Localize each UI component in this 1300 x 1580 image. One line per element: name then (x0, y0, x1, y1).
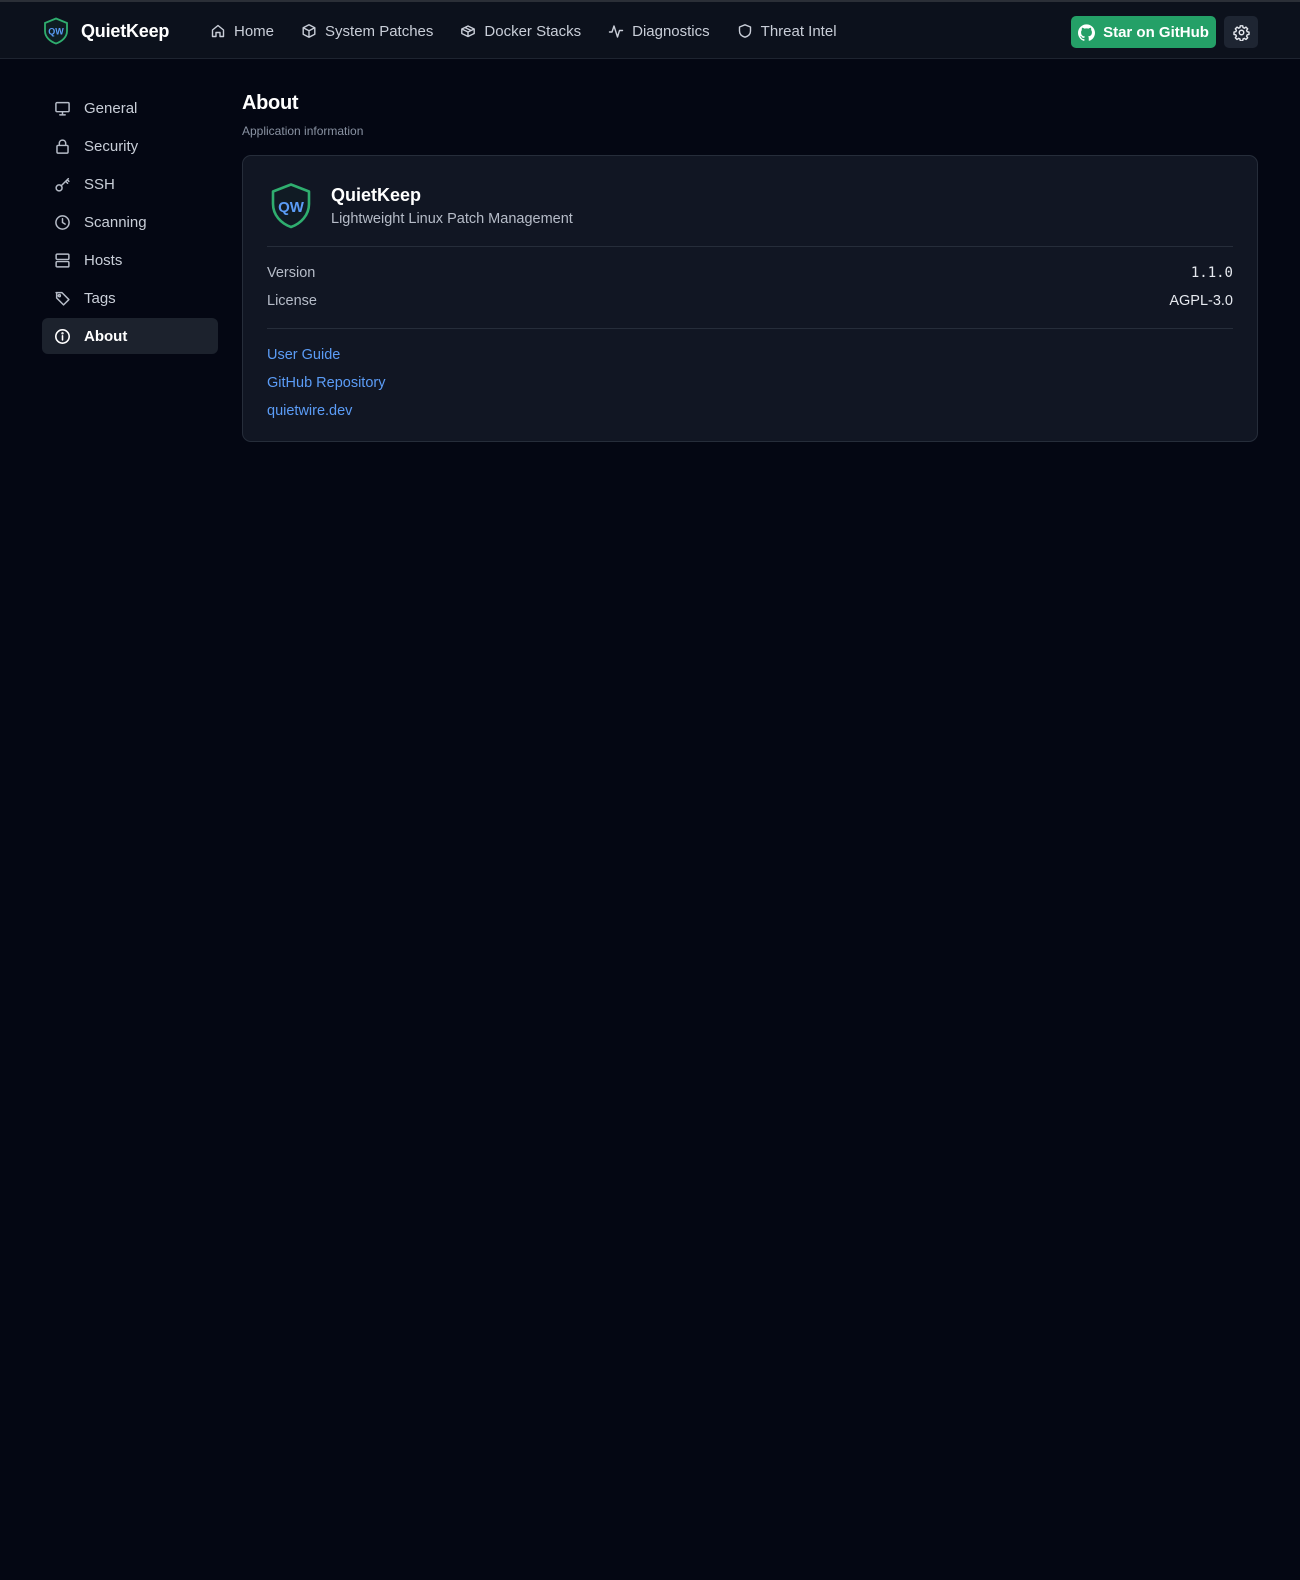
sidebar-item-tags[interactable]: Tags (42, 280, 218, 316)
app-name: QuietKeep (331, 185, 422, 205)
sidebar-item-label: SSH (84, 175, 115, 193)
shield-icon (738, 24, 751, 38)
nav-threat-intel[interactable]: Threat Intel (737, 23, 837, 40)
sidebar-item-security[interactable]: Security (42, 128, 218, 164)
links-list: User Guide GitHub Repository quietwire.d… (267, 329, 1233, 425)
activity-icon (608, 25, 624, 38)
sidebar-item-about[interactable]: About (42, 318, 218, 354)
user-guide-link[interactable]: User Guide (267, 341, 1233, 369)
sidebar-item-label: Hosts (84, 251, 123, 269)
nav-docker-stacks[interactable]: Docker Stacks (460, 23, 581, 40)
app-info: QuietKeep Lightweight Linux Patch Manage… (331, 185, 573, 227)
star-on-github-label: Star on GitHub (1103, 23, 1209, 41)
nav-docker-stacks-label: Docker Stacks (484, 22, 582, 40)
sidebar-item-label: Tags (84, 289, 116, 307)
sidebar-item-general[interactable]: General (42, 90, 218, 126)
sidebar-item-scanning[interactable]: Scanning (42, 204, 218, 240)
github-repository-link[interactable]: GitHub Repository (267, 369, 1233, 397)
sidebar-item-label: General (84, 99, 138, 117)
settings-button[interactable] (1224, 16, 1258, 48)
nav-system-patches[interactable]: System Patches (301, 23, 433, 40)
version-label: Version (267, 265, 316, 281)
page-subtitle: Application information (242, 124, 364, 138)
brand-name: QuietKeep (81, 20, 170, 41)
license-value: AGPL-3.0 (1169, 293, 1233, 309)
sidebar-item-label: Scanning (84, 213, 147, 231)
sidebar-item-label: Security (84, 137, 139, 155)
key-icon (55, 177, 70, 192)
app-logo-icon: QW (271, 183, 311, 229)
monitor-icon (55, 101, 70, 116)
sidebar-item-label: About (84, 327, 128, 345)
svg-text:QW: QW (278, 199, 305, 216)
app-header: QW QuietKeep Lightweight Linux Patch Man… (267, 180, 1233, 232)
about-card: QW QuietKeep Lightweight Linux Patch Man… (242, 155, 1258, 442)
nav-system-patches-label: System Patches (325, 22, 434, 40)
nav-diagnostics-label: Diagnostics (632, 22, 710, 40)
license-row: License AGPL-3.0 (267, 287, 1233, 315)
top-navbar: QW QuietKeep Home System Patches Docker … (0, 0, 1300, 59)
nav-home[interactable]: Home (210, 23, 274, 40)
main-content: About Application information QW QuietKe… (242, 92, 1258, 442)
lock-icon (56, 138, 69, 154)
app-description: Lightweight Linux Patch Management (331, 211, 573, 227)
info-list: Version 1.1.0 License AGPL-3.0 (267, 247, 1233, 315)
box-icon (461, 25, 476, 38)
server-icon (55, 252, 70, 268)
settings-sidebar: General Security SSH Scanning Hosts Tags… (42, 90, 218, 356)
nav-diagnostics[interactable]: Diagnostics (608, 23, 710, 40)
website-link[interactable]: quietwire.dev (267, 397, 1233, 425)
package-icon (302, 24, 316, 38)
gear-icon (1232, 24, 1250, 41)
nav-home-label: Home (234, 22, 275, 40)
clock-icon (55, 214, 70, 230)
version-value: 1.1.0 (1190, 265, 1233, 281)
home-icon (211, 24, 225, 38)
brand[interactable]: QW QuietKeep (43, 16, 169, 46)
star-on-github-button[interactable]: Star on GitHub (1071, 16, 1216, 48)
main-nav: Home System Patches Docker Stacks Diagno… (210, 18, 837, 44)
quietkeep-logo-icon: QW (44, 17, 68, 45)
info-icon (55, 328, 70, 344)
sidebar-item-hosts[interactable]: Hosts (42, 242, 218, 278)
sidebar-item-ssh[interactable]: SSH (42, 166, 218, 202)
svg-text:QW: QW (48, 27, 64, 37)
version-row: Version 1.1.0 (267, 259, 1233, 287)
license-label: License (267, 293, 317, 309)
github-icon (1078, 23, 1096, 41)
page-title: About (242, 92, 299, 114)
tag-icon (55, 291, 70, 306)
nav-threat-intel-label: Threat Intel (760, 22, 837, 40)
